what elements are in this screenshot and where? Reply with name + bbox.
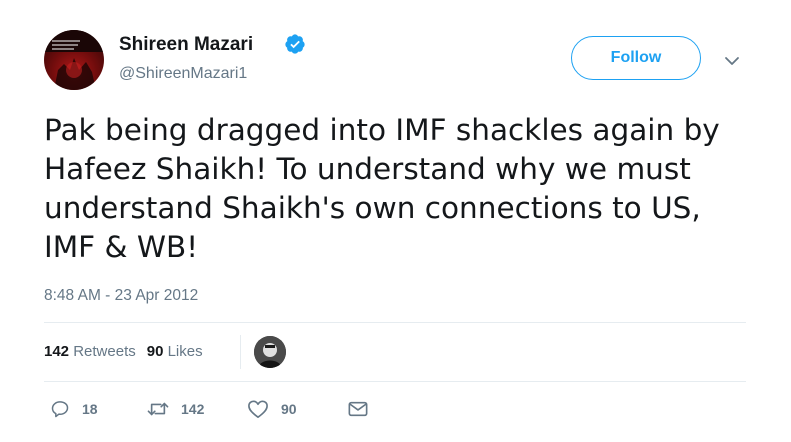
retweet-button[interactable]: 142 xyxy=(147,399,204,419)
direct-message-button[interactable] xyxy=(347,399,369,419)
tweet-text-line: understand Shaikh's own connections to U… xyxy=(44,191,701,225)
stats-separator xyxy=(240,335,241,369)
tweet-text: Pak being dragged into IMF shackles agai… xyxy=(44,111,744,267)
tweet-text-line: Pak being dragged into IMF shackles agai… xyxy=(44,113,720,147)
tweet-stats: 142 Retweets 90 Likes xyxy=(44,343,203,360)
verified-badge-icon xyxy=(285,34,305,54)
tweet-text-line: Hafeez Shaikh! To understand why we must xyxy=(44,152,691,186)
reply-icon xyxy=(51,401,69,418)
like-button[interactable]: 90 xyxy=(247,399,297,419)
author-avatar[interactable] xyxy=(44,30,104,90)
heart-icon xyxy=(248,400,268,418)
likes-count: 90 xyxy=(146,343,164,360)
chevron-down-icon[interactable] xyxy=(724,55,740,67)
likes-label: Likes xyxy=(167,343,203,360)
tweet-card: Shireen Mazari @ShireenMazari1 Follow Pa… xyxy=(0,0,791,442)
author-display-name[interactable]: Shireen Mazari xyxy=(119,34,253,56)
author-handle[interactable]: @ShireenMazari1 xyxy=(119,65,247,83)
retweets-label: Retweets xyxy=(73,343,136,360)
liker-avatar[interactable] xyxy=(254,336,286,368)
tweet-text-line: IMF & WB! xyxy=(44,230,199,264)
envelope-icon xyxy=(348,401,368,417)
retweet-icon xyxy=(147,402,169,416)
follow-button[interactable]: Follow xyxy=(571,36,701,80)
retweet-count: 142 xyxy=(181,401,205,417)
reply-button[interactable]: 18 xyxy=(50,399,98,419)
likes-stat[interactable]: 90 Likes xyxy=(147,343,203,360)
divider xyxy=(44,381,746,382)
retweets-stat[interactable]: 142 Retweets xyxy=(44,343,136,360)
tweet-timestamp[interactable]: 8:48 AM - 23 Apr 2012 xyxy=(44,287,198,305)
reply-count: 18 xyxy=(82,401,98,417)
divider xyxy=(44,322,746,323)
like-count: 90 xyxy=(281,401,297,417)
retweets-count: 142 xyxy=(44,343,70,360)
